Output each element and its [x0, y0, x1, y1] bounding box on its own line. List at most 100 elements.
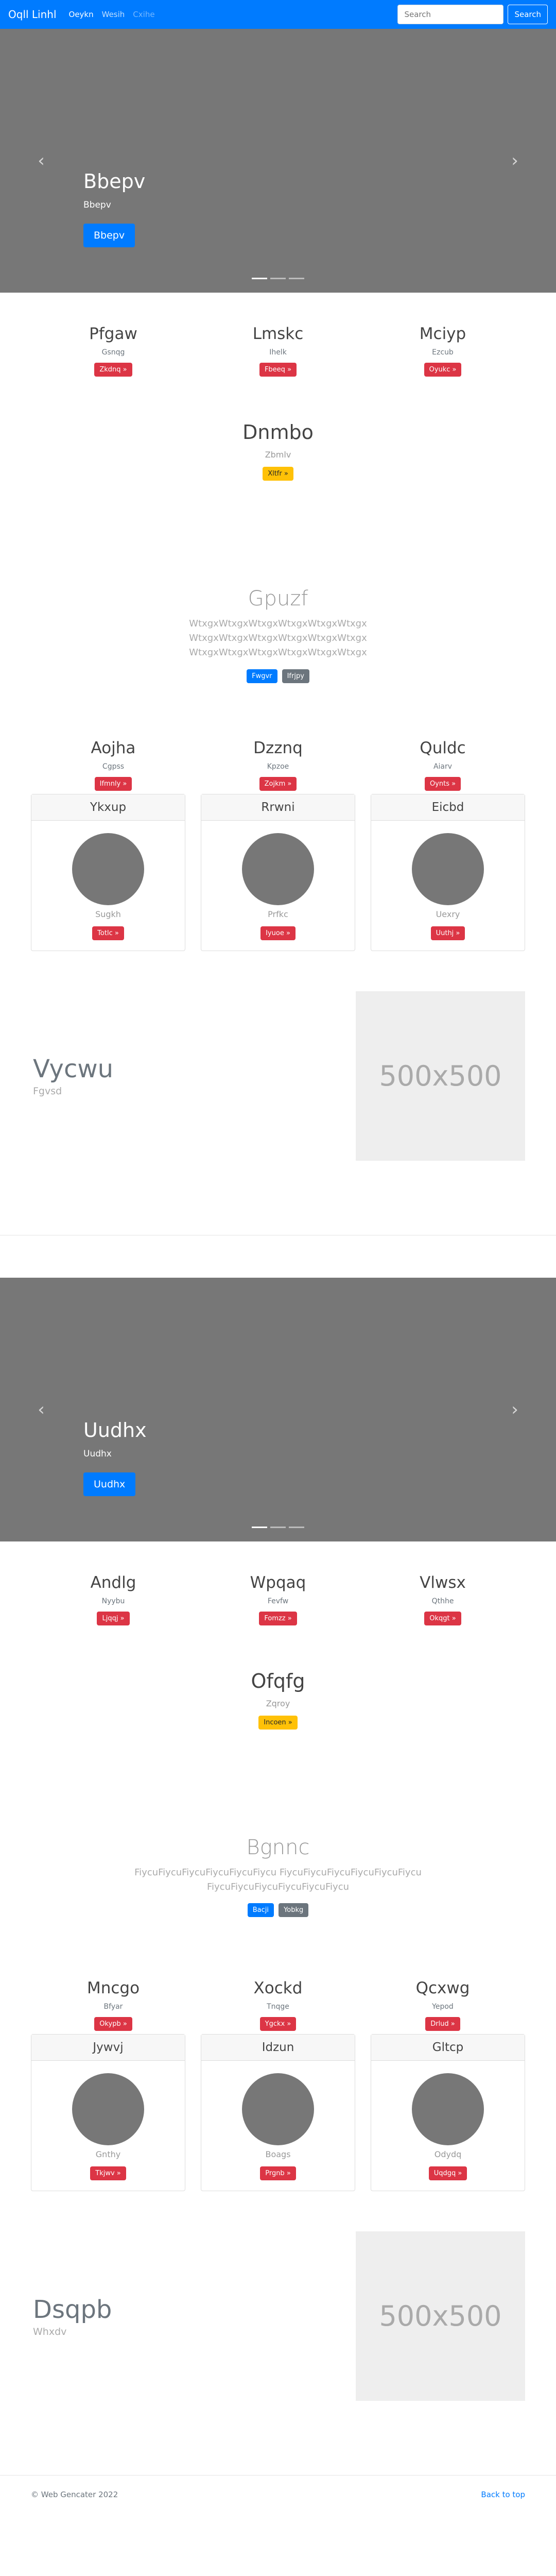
jumbotron: Bgnnc FiycuFiycuFiycuFiycuFiycuFiycu Fiy… [0, 1836, 556, 1918]
column-title: Aojha [91, 738, 136, 757]
search-input[interactable] [397, 5, 504, 24]
center-block: Ofqfg Zqroy Incoen » [0, 1670, 556, 1730]
card: Gltcp Odydq Uqdgq » [371, 2034, 525, 2192]
feature-columns: Mncgo Bfyar Okypb » Xockd Tnqge Ygckx » … [31, 1979, 525, 2031]
center-subtitle: Zbmlv [265, 450, 291, 460]
feature-columns: Andlg Nyybu Ljqqj » Wpqaq Fevfw Fomzz » … [31, 1573, 525, 1625]
avatar [412, 2073, 484, 2146]
column-button[interactable]: Oynts » [424, 776, 461, 791]
column: Dzznq Kpzoe Zojkm » [196, 739, 360, 791]
carousel-next-icon[interactable]: › [505, 1399, 525, 1420]
card-button[interactable]: Tkjwv » [90, 2166, 126, 2181]
column: Vlwsx Qthhe Okqgt » [360, 1573, 525, 1625]
column-button[interactable]: Okqgt » [424, 1611, 461, 1625]
column-title: Andlg [90, 1573, 136, 1592]
column-title: Wpqaq [250, 1573, 306, 1592]
nav-link-2[interactable]: Wesih [102, 10, 125, 19]
column-button[interactable]: Fbeeq » [259, 363, 297, 377]
card-subtitle: Sugkh [95, 909, 121, 919]
column-button[interactable]: Drlud » [425, 2017, 460, 2031]
jumbotron-primary-button[interactable]: Bacji [247, 1903, 274, 1918]
carousel-caption: Bbepv Bbepv Bbepv [83, 170, 145, 247]
card-button[interactable]: Uqdgq » [428, 2166, 467, 2181]
column-title: Mciyp [419, 325, 466, 343]
search-button[interactable]: Search [508, 5, 548, 24]
avatar [242, 2073, 314, 2146]
column-title: Dzznq [253, 738, 303, 757]
nav-link-3[interactable]: Cxihe [133, 10, 154, 19]
center-title: Ofqfg [251, 1669, 305, 1692]
nav-link-1[interactable]: Oeykn [69, 10, 94, 19]
center-button[interactable]: Xltfr » [263, 467, 293, 481]
footer: © Web Gencater 2022 Back to top [31, 2476, 525, 2514]
card-header: Jywvj [31, 2035, 185, 2061]
column-button[interactable]: Oyukc » [424, 363, 462, 377]
card: Jywvj Gnthy Tkjwv » [31, 2034, 185, 2192]
column-subtitle: Nyybu [101, 1597, 125, 1605]
center-title: Dnmbo [242, 421, 314, 444]
jumbotron-lead-line: WtxgxWtxgxWtxgxWtxgxWtxgxWtxgx [189, 632, 367, 643]
carousel: ‹ Uudhx Uudhx Uudhx › [0, 1277, 556, 1541]
avatar [412, 833, 484, 905]
carousel-indicator[interactable] [289, 1526, 304, 1528]
carousel-prev-icon[interactable]: ‹ [31, 150, 51, 171]
card: Eicbd Uexry Uuthj » [371, 793, 525, 951]
carousel-indicator[interactable] [270, 278, 286, 279]
carousel-prev-icon[interactable]: ‹ [31, 1399, 51, 1420]
carousel-indicator[interactable] [289, 278, 304, 279]
jumbotron-secondary-button[interactable]: Ifrjpy [282, 669, 309, 683]
jumbotron-title: Gpuzf [248, 587, 308, 611]
carousel: ‹ Bbepv Bbepv Bbepv › [0, 29, 556, 293]
footer-copyright: © Web Gencater 2022 [31, 2490, 118, 2500]
featurette-subtitle: Fgvsd [33, 1086, 62, 1097]
card-subtitle: Uexry [436, 909, 460, 919]
card-header: Gltcp [371, 2035, 525, 2061]
card-header: Rrwni [201, 794, 355, 821]
jumbotron-secondary-button[interactable]: Yobkg [279, 1903, 309, 1918]
column-title: Quldc [420, 738, 466, 757]
column-button[interactable]: Zojkm » [259, 776, 297, 791]
carousel-indicator[interactable] [252, 278, 267, 279]
column-subtitle: Qthhe [431, 1597, 454, 1605]
column: Xockd Tnqge Ygckx » [196, 1979, 360, 2031]
carousel-button[interactable]: Uudhx [83, 1472, 136, 1496]
placeholder-image: 500x500 [356, 991, 525, 1161]
carousel-indicators [252, 1526, 304, 1528]
carousel-indicator[interactable] [270, 1526, 286, 1528]
column: Quldc Aiarv Oynts » [360, 739, 525, 791]
column-button[interactable]: Fomzz » [259, 1611, 297, 1625]
jumbotron-lead: WtxgxWtxgxWtxgxWtxgxWtxgxWtxgx WtxgxWtxg… [0, 617, 556, 660]
column-subtitle: Aiarv [433, 762, 453, 771]
jumbotron-primary-button[interactable]: Fwgvr [247, 669, 277, 683]
column-title: Pfgaw [89, 325, 137, 343]
column-subtitle: Ihelk [269, 348, 287, 357]
column-subtitle: Kpzoe [267, 762, 289, 771]
card-button[interactable]: Totlc » [92, 926, 124, 940]
feature-columns: Pfgaw Gsnqg Zkdnq » Lmskc Ihelk Fbeeq » … [31, 325, 525, 377]
carousel-indicator[interactable] [252, 1526, 267, 1528]
column: Aojha Cgpss Ifmnly » [31, 739, 196, 791]
column-button[interactable]: Okypb » [94, 2017, 132, 2031]
avatar [72, 2073, 144, 2146]
carousel-next-icon[interactable]: › [505, 150, 525, 171]
column: Wpqaq Fevfw Fomzz » [196, 1573, 360, 1625]
card-button[interactable]: Iyuoe » [260, 926, 296, 940]
back-to-top-link[interactable]: Back to top [481, 2490, 525, 2499]
avatar [72, 833, 144, 905]
card: Rrwni Prfkc Iyuoe » [201, 793, 355, 951]
column-button[interactable]: Ljqqj » [97, 1611, 130, 1625]
card-subtitle: Boags [265, 2149, 291, 2160]
column-button[interactable]: Ygckx » [259, 2017, 297, 2031]
card-subtitle: Odydq [434, 2149, 462, 2160]
carousel-button[interactable]: Bbepv [83, 224, 135, 247]
column-button[interactable]: Zkdnq » [94, 363, 132, 377]
column-button[interactable]: Ifmnly » [94, 776, 132, 791]
center-button[interactable]: Incoen » [258, 1715, 298, 1730]
section-1: ‹ Bbepv Bbepv Bbepv › Pfgaw Gsnqg Zkdnq … [0, 29, 556, 1235]
card-button[interactable]: Uuthj » [430, 926, 465, 940]
navbar-brand[interactable]: Oqll Linhl [8, 8, 57, 21]
card: Ykxup Sugkh Totlc » [31, 793, 185, 951]
carousel-title: Bbepv [83, 170, 146, 193]
card-button[interactable]: Prgnb » [260, 2166, 296, 2181]
feature-columns: Aojha Cgpss Ifmnly » Dzznq Kpzoe Zojkm »… [31, 739, 525, 791]
